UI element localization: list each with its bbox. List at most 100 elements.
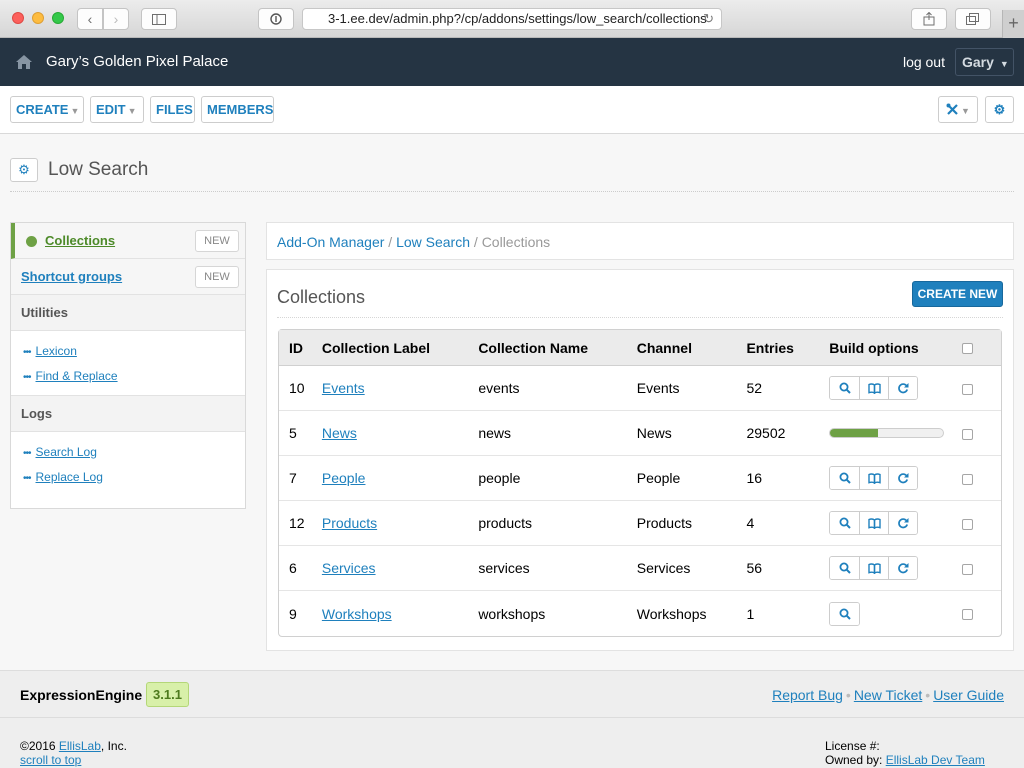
new-collection-button[interactable]: NEW [195,230,239,252]
sidebar-item-shortcut-groups[interactable]: Shortcut groups NEW [11,259,245,295]
collection-label-link[interactable]: News [322,425,357,441]
build-search-button[interactable] [830,512,860,534]
build-options-group [829,556,919,580]
back-button[interactable]: ‹ [77,8,103,30]
build-book-button[interactable] [859,377,889,399]
cell-name: events [478,366,637,411]
create-new-button[interactable]: CREATE NEW [912,281,1003,307]
logout-link[interactable]: log out [903,54,945,70]
cell-entries: 4 [746,501,830,546]
owner-link[interactable]: EllisLab Dev Team [886,753,985,767]
build-refresh-button[interactable] [888,512,918,534]
table-row: 12 Products products Products 4 [279,501,1001,546]
row-checkbox[interactable] [962,518,974,530]
edit-menu-button[interactable]: EDIT ▼ [90,96,144,123]
collection-label-link[interactable]: Events [322,380,365,396]
build-options-group [829,376,919,400]
progress-fill [830,429,878,437]
tabs-icon [966,13,979,25]
collection-label-link[interactable]: People [322,470,366,486]
minimize-window-button[interactable] [32,12,44,24]
build-book-button[interactable] [859,467,889,489]
dots-icon: ••• [23,347,31,358]
cell-name: people [478,456,637,501]
cell-entries: 29502 [746,411,830,456]
cell-id: 12 [279,501,322,546]
build-book-button[interactable] [859,557,889,579]
cell-build-options [829,591,962,636]
share-button[interactable] [911,8,947,30]
user-guide-link[interactable]: User Guide [933,687,1004,703]
build-book-button[interactable] [859,512,889,534]
replace-log-link[interactable]: Replace Log [36,470,103,484]
settings-button[interactable]: ⚙ [985,96,1014,123]
copyright-prefix: ©2016 [20,739,59,753]
breadcrumb-addon-manager[interactable]: Add-On Manager [277,234,384,250]
url-bar[interactable]: 3-1.ee.dev/admin.php?/cp/addons/settings… [302,8,722,30]
sidebar-item-label[interactable]: Shortcut groups [21,269,122,284]
cell-build-options [829,366,963,411]
cell-label: People [321,456,479,501]
sidebar-item-collections[interactable]: Collections NEW [11,223,245,259]
row-checkbox[interactable] [962,383,974,395]
build-refresh-button[interactable] [888,557,918,579]
bullet-separator: • [925,687,931,703]
developer-tools-button[interactable]: ▼ [938,96,978,123]
files-label: FILES [156,102,193,117]
build-search-button[interactable] [830,602,860,625]
version-badge: 3.1.1 [146,682,189,707]
privacy-report-button[interactable] [258,8,294,30]
reload-icon[interactable]: ↻ [703,9,714,29]
footer-links: Report Bug • New Ticket • User Guide [772,687,1004,703]
breadcrumb-current: Collections [481,234,551,250]
new-shortcut-group-button[interactable]: NEW [195,266,239,288]
cell-id: 6 [279,546,322,591]
refresh-icon [898,518,909,529]
search-log-link[interactable]: Search Log [36,445,97,459]
row-checkbox[interactable] [962,473,974,485]
collection-label-link[interactable]: Workshops [322,606,392,622]
row-checkbox[interactable] [962,428,974,440]
breadcrumb-low-search[interactable]: Low Search [396,234,470,250]
lexicon-link[interactable]: Lexicon [36,344,77,358]
sidebar-toggle-button[interactable] [141,8,177,30]
files-button[interactable]: FILES [150,96,195,123]
cell-id: 10 [279,366,322,411]
build-search-button[interactable] [830,467,860,489]
copyright: ©2016 EllisLab, Inc. [20,739,127,753]
select-all-checkbox[interactable] [962,343,974,355]
refresh-icon [898,383,909,394]
scroll-to-top-link[interactable]: scroll to top [20,753,81,767]
sidebar: Collections NEW Shortcut groups NEW Util… [10,222,246,509]
cell-id: 5 [279,411,322,456]
find-replace-link[interactable]: Find & Replace [36,369,118,383]
book-icon [868,562,881,574]
user-menu-button[interactable]: Gary ▼ [955,48,1014,76]
cell-channel: Workshops [636,605,707,622]
row-checkbox[interactable] [962,563,974,575]
build-search-button[interactable] [830,377,860,399]
site-name-link[interactable]: Gary’s Golden Pixel Palace [46,53,228,70]
home-icon[interactable] [16,55,32,69]
new-tab-button[interactable]: + [1002,10,1024,38]
sidebar-item-label[interactable]: Collections [45,233,115,248]
license-label: License #: [825,739,880,753]
build-refresh-button[interactable] [888,377,918,399]
show-tabs-button[interactable] [955,8,991,30]
sidebar-section-logs: Logs [11,396,245,432]
close-window-button[interactable] [12,12,24,24]
forward-button[interactable]: › [103,8,129,30]
build-refresh-button[interactable] [888,467,918,489]
create-menu-button[interactable]: CREATE ▼ [10,96,84,123]
new-ticket-link[interactable]: New Ticket [854,687,922,703]
collection-label-link[interactable]: Services [322,560,376,576]
gear-icon: ⚙ [18,162,30,177]
members-button[interactable]: MEMBERS [201,96,274,123]
addon-settings-button[interactable]: ⚙ [10,158,38,182]
report-bug-link[interactable]: Report Bug [772,687,843,703]
row-checkbox[interactable] [962,609,974,621]
collection-label-link[interactable]: Products [322,515,377,531]
maximize-window-button[interactable] [52,12,64,24]
ellislab-link[interactable]: EllisLab [59,739,101,753]
build-search-button[interactable] [830,557,860,579]
